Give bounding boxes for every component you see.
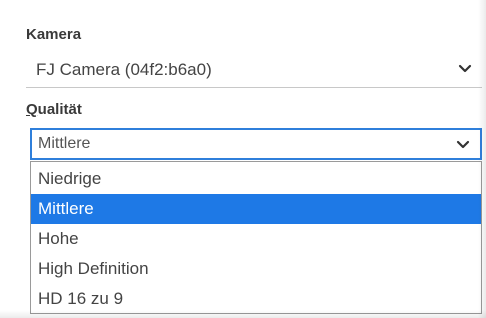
camera-label: Kamera bbox=[26, 26, 82, 43]
panel-shadow-bottom bbox=[0, 310, 486, 318]
quality-option-hohe[interactable]: Hohe bbox=[31, 224, 481, 254]
settings-panel: Kamera FJ Camera (04f2:b6a0) Qualität Mi… bbox=[0, 0, 486, 318]
quality-option-high-definition[interactable]: High Definition bbox=[31, 254, 481, 284]
camera-select[interactable]: FJ Camera (04f2:b6a0) bbox=[26, 52, 482, 88]
quality-select-value: Mittlere bbox=[38, 135, 91, 152]
camera-select-value: FJ Camera (04f2:b6a0) bbox=[36, 60, 212, 79]
chevron-down-icon bbox=[454, 136, 472, 154]
chevron-down-icon bbox=[456, 60, 474, 78]
quality-option-niedrige[interactable]: Niedrige bbox=[31, 164, 481, 194]
quality-option-mittlere[interactable]: Mittlere bbox=[31, 194, 481, 224]
quality-label-accesskey: Q bbox=[26, 101, 38, 118]
quality-label: Qualität bbox=[26, 101, 82, 118]
quality-select[interactable]: Mittlere bbox=[30, 128, 482, 160]
quality-label-rest: ualität bbox=[37, 101, 82, 118]
panel-shadow-right bbox=[478, 0, 486, 318]
quality-listbox: Niedrige Mittlere Hohe High Definition H… bbox=[30, 161, 482, 314]
